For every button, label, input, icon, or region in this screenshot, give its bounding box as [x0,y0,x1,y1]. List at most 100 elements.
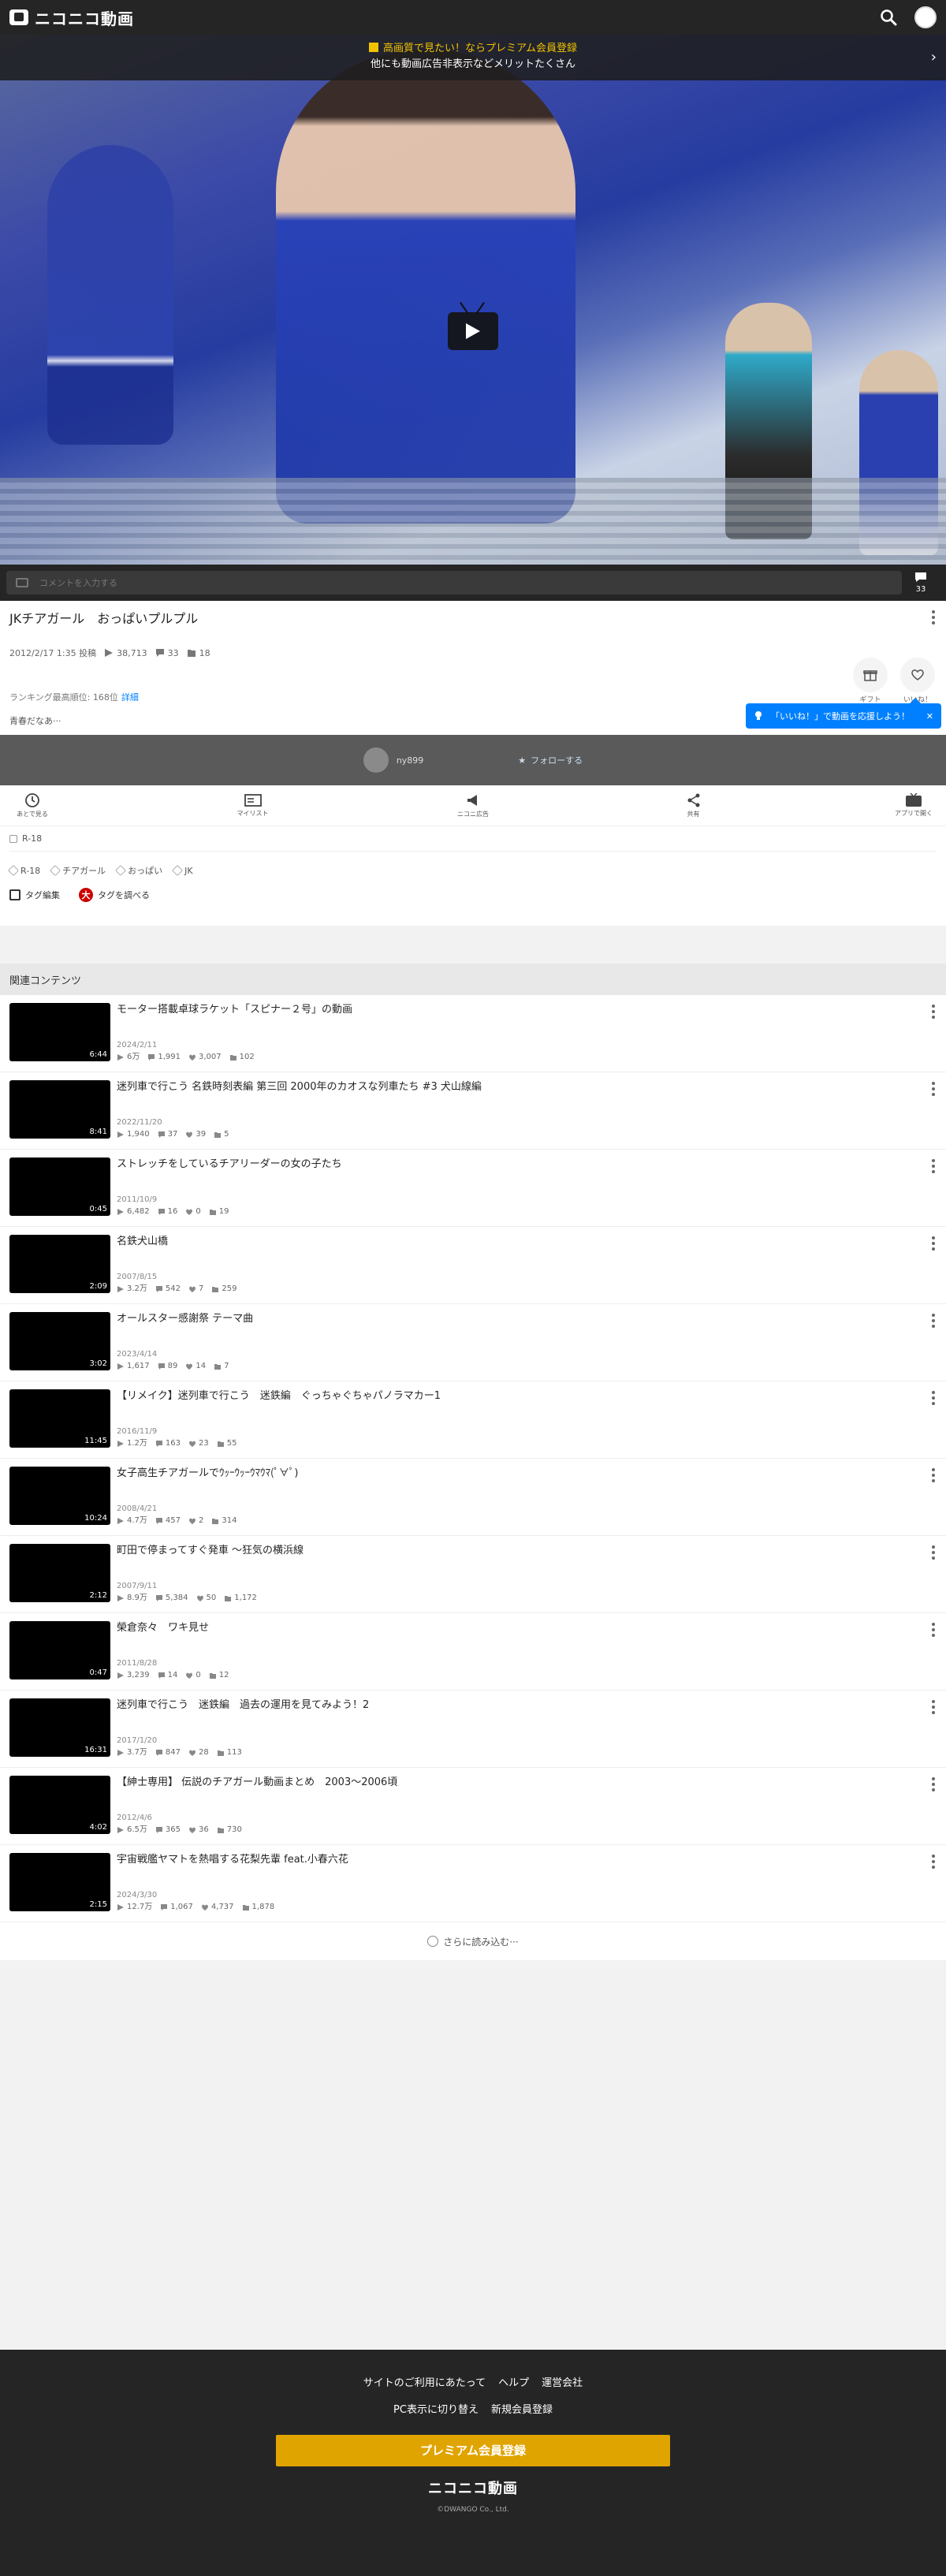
more-menu-icon[interactable] [932,1314,935,1330]
duration: 0:47 [89,1668,107,1677]
video-thumbnail[interactable]: 16:31 [9,1698,110,1757]
video-thumbnail[interactable]: 11:45 [9,1389,110,1448]
comment-total: 33 [167,647,179,658]
related-item[interactable]: 4:02 【紳士専用】 伝説のチアガール動画まとめ 2003〜2006頃 2012/… [0,1768,946,1845]
footer-link[interactable]: 新規会員登録 [491,2404,553,2416]
heart-icon [186,1363,193,1370]
related-item[interactable]: 16:31 迷列車で行こう 迷鉄編 過去の運用を見てみよう！2 2017/1/20 3… [0,1691,946,1768]
related-item[interactable]: 8:41 迷列車で行こう 名鉄時刻表編 第三回 2000年のカオスな列車たち #3… [0,1072,946,1150]
more-menu-icon[interactable] [932,1623,935,1639]
related-title[interactable]: 迷列車で行こう 迷鉄編 過去の運用を見てみよう！2 [117,1698,937,1713]
related-title[interactable]: 【紳士専用】 伝説のチアガール動画まとめ 2003〜2006頃 [117,1776,937,1790]
related-title[interactable]: 【リメイク】迷列車で行こう 迷鉄編 ぐっちゃぐちゃパノラマカー1 [117,1389,937,1404]
related-title[interactable]: モーター搭載卓球ラケット「スピナー２号」の動画 [117,1003,937,1017]
footer-logo[interactable]: ニコニコ動画 [0,2477,946,2498]
footer-link[interactable]: PC表示に切り替え [393,2404,479,2416]
chevron-right-icon[interactable]: › [931,49,937,65]
comment-input[interactable]: コメントを入力する [6,571,902,595]
related-item[interactable]: 0:47 榮倉奈々 ワキ見せ 2011/8/28 3,239 14 0 12 [0,1613,946,1691]
more-menu-icon[interactable] [932,1545,935,1562]
related-item[interactable]: 2:09 名鉄犬山橋 2007/8/15 3.2万 542 7 259 [0,1227,946,1304]
heart-icon [189,1054,196,1061]
video-player[interactable]: 高画質で見たい！ならプレミアム会員登録 他にも動画広告非表示などメリットたくさん… [0,35,946,565]
more-menu-icon[interactable] [932,1855,935,1871]
related-item[interactable]: 2:12 町田で停まってすぐ発車 〜狂気の横浜線 2007/9/11 8.9万 5,38… [0,1536,946,1613]
related-item[interactable]: 11:45 【リメイク】迷列車で行こう 迷鉄編 ぐっちゃぐちゃパノラマカー1 201… [0,1381,946,1459]
related-item[interactable]: 3:02 オールスター感謝祭 テーマ曲 2023/4/14 1,617 89 14 7 [0,1304,946,1381]
related-title[interactable]: ストレッチをしているチアリーダーの女の子たち [117,1158,937,1172]
video-thumbnail[interactable]: 6:44 [9,1003,110,1061]
close-icon[interactable]: ✕ [926,711,933,721]
footer-link[interactable]: ヘルプ [498,2377,529,2389]
tag-edit-button[interactable]: タグ編集 [9,888,60,902]
related-likes: 14 [196,1362,207,1370]
owner-avatar[interactable] [363,747,389,773]
more-menu-icon[interactable] [932,1159,935,1176]
search-icon[interactable] [877,6,900,29]
ranking-detail-link[interactable]: 詳細 [121,692,139,703]
related-date: 2007/8/15 [117,1273,158,1281]
footer-link[interactable]: 運営会社 [542,2377,583,2389]
heart-icon [186,1209,193,1215]
play-count-icon [117,1750,124,1756]
related-title[interactable]: 名鉄犬山橋 [117,1235,937,1249]
more-menu-icon[interactable] [932,610,935,627]
related-title[interactable]: オールスター感謝祭 テーマ曲 [117,1312,937,1326]
related-stats: 1,617 89 14 7 [117,1360,937,1373]
follow-button[interactable]: ★ フォローする [518,754,583,766]
related-likes: 28 [199,1748,209,1757]
owner-info[interactable]: ny899 [363,747,423,773]
footer-link[interactable]: サイトのご利用にあたって [363,2377,486,2389]
video-thumbnail[interactable]: 8:41 [9,1080,110,1139]
related-stats: 6,482 16 0 19 [117,1206,937,1218]
video-thumbnail[interactable]: 2:09 [9,1235,110,1293]
video-thumbnail[interactable]: 4:02 [9,1776,110,1834]
play-count-icon [117,1209,124,1215]
related-views: 12.7万 [127,1903,153,1911]
nicoad-button[interactable]: ニコニ広告 [445,792,501,818]
share-button[interactable]: 共有 [666,792,721,818]
related-title[interactable]: 宇宙戦艦ヤマトを熱唱する花梨先輩 feat.小春六花 [117,1853,937,1867]
more-menu-icon[interactable] [932,1082,935,1098]
more-menu-icon[interactable] [932,1468,935,1485]
video-thumbnail[interactable]: 2:15 [9,1853,110,1911]
load-more-button[interactable]: さらに読み込む··· [0,1922,946,1960]
related-title[interactable]: 迷列車で行こう 名鉄時刻表編 第三回 2000年のカオスな列車たち #3 犬山線… [117,1080,937,1094]
tag-icon [172,864,184,877]
related-item[interactable]: 10:24 女子高生チアガールでｳｯｰｳｯｰｳﾏｳﾏ(ﾟ∀ﾟ) 2008/4/21 4… [0,1459,946,1536]
mylist-button[interactable]: マイリスト [225,793,281,818]
nicovideo-logo-icon[interactable] [9,9,28,25]
more-menu-icon[interactable] [932,1777,935,1794]
video-thumbnail[interactable]: 2:12 [9,1544,110,1602]
tag-item[interactable]: おっぱい [115,864,162,877]
tag-item[interactable]: R-18 [7,864,40,877]
tag-item[interactable]: JK [172,864,193,877]
mylist-count-icon [214,1364,222,1370]
more-menu-icon[interactable] [932,1391,935,1407]
tag-item[interactable]: チアガール [50,864,106,877]
related-title[interactable]: 町田で停まってすぐ発車 〜狂気の横浜線 [117,1544,937,1558]
more-menu-icon[interactable] [932,1236,935,1253]
related-item[interactable]: 0:45 ストレッチをしているチアリーダーの女の子たち 2011/10/9 6,482… [0,1150,946,1227]
video-thumbnail[interactable]: 10:24 [9,1467,110,1525]
more-menu-icon[interactable] [932,1700,935,1717]
more-menu-icon[interactable] [932,1005,935,1021]
tag-search-button[interactable]: 大タグを調べる [79,888,150,902]
video-thumbnail[interactable]: 0:45 [9,1158,110,1216]
premium-banner[interactable]: 高画質で見たい！ならプレミアム会員登録 他にも動画広告非表示などメリットたくさん… [0,35,946,80]
play-button[interactable] [448,312,498,350]
related-views: 3,239 [127,1671,150,1679]
related-item[interactable]: 6:44 モーター搭載卓球ラケット「スピナー２号」の動画 2024/2/11 6万 1,… [0,995,946,1072]
related-item[interactable]: 2:15 宇宙戦艦ヤマトを熱唱する花梨先輩 feat.小春六花 2024/3/30 1… [0,1845,946,1922]
user-avatar[interactable] [914,6,937,28]
watch-later-button[interactable]: あとで見る [5,792,60,818]
gift-button[interactable]: ギフト [851,658,889,704]
video-thumbnail[interactable]: 3:02 [9,1312,110,1370]
video-thumbnail[interactable]: 0:47 [9,1621,110,1679]
site-logo[interactable]: ニコニコ動画 [35,6,134,29]
premium-signup-button[interactable]: プレミアム会員登録 [276,2435,670,2466]
related-title[interactable]: 榮倉奈々 ワキ見せ [117,1621,937,1635]
related-title[interactable]: 女子高生チアガールでｳｯｰｳｯｰｳﾏｳﾏ(ﾟ∀ﾟ) [117,1467,937,1481]
comment-list-button[interactable]: 33 [902,572,940,594]
open-in-app-button[interactable]: アプリで開く [886,793,941,818]
